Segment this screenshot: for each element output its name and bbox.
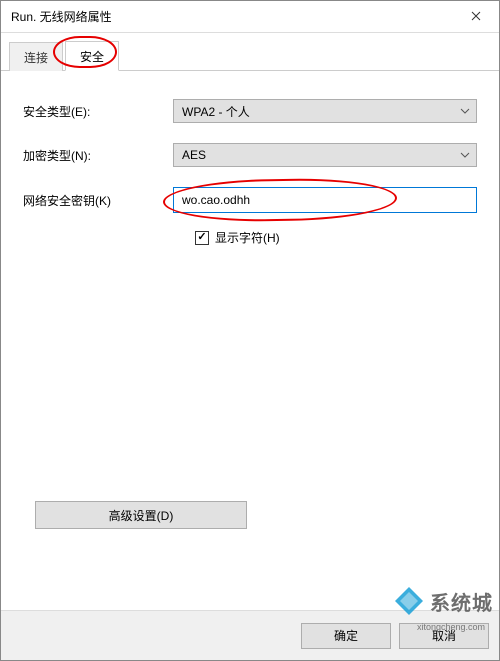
network-key-row: 网络安全密钥(K) <box>23 187 477 213</box>
network-key-input[interactable] <box>173 187 477 213</box>
wireless-properties-dialog: Run. 无线网络属性 连接 安全 安全类型(E): WPA2 - 个人 <box>0 0 500 661</box>
security-type-row: 安全类型(E): WPA2 - 个人 <box>23 99 477 123</box>
security-type-value: WPA2 - 个人 <box>182 103 250 120</box>
tab-security-label: 安全 <box>80 50 104 64</box>
show-chars-label: 显示字符(H) <box>215 229 280 246</box>
encryption-type-combo[interactable]: AES <box>173 143 477 167</box>
window-title: Run. 无线网络属性 <box>11 8 112 25</box>
tab-strip: 连接 安全 <box>1 33 499 71</box>
close-icon <box>471 9 481 24</box>
advanced-settings-label: 高级设置(D) <box>109 507 174 524</box>
tab-security[interactable]: 安全 <box>65 41 119 71</box>
tab-connection-label: 连接 <box>24 51 48 65</box>
encryption-type-label: 加密类型(N): <box>23 147 173 164</box>
cancel-label: 取消 <box>432 627 456 644</box>
ok-label: 确定 <box>334 627 358 644</box>
chevron-down-icon <box>460 108 470 114</box>
close-button[interactable] <box>453 1 499 33</box>
show-chars-checkbox[interactable] <box>195 231 209 245</box>
encryption-type-value: AES <box>182 148 206 162</box>
encryption-type-row: 加密类型(N): AES <box>23 143 477 167</box>
chevron-down-icon <box>460 152 470 158</box>
network-key-label: 网络安全密钥(K) <box>23 192 173 209</box>
security-tab-content: 安全类型(E): WPA2 - 个人 加密类型(N): AES <box>1 71 499 258</box>
advanced-settings-button[interactable]: 高级设置(D) <box>35 501 247 529</box>
cancel-button[interactable]: 取消 <box>399 623 489 649</box>
ok-button[interactable]: 确定 <box>301 623 391 649</box>
tab-connection[interactable]: 连接 <box>9 42 63 71</box>
security-type-combo[interactable]: WPA2 - 个人 <box>173 99 477 123</box>
dialog-button-bar: 确定 取消 <box>1 610 499 660</box>
show-chars-row: 显示字符(H) <box>195 229 477 246</box>
security-type-label: 安全类型(E): <box>23 103 173 120</box>
title-bar: Run. 无线网络属性 <box>1 1 499 33</box>
